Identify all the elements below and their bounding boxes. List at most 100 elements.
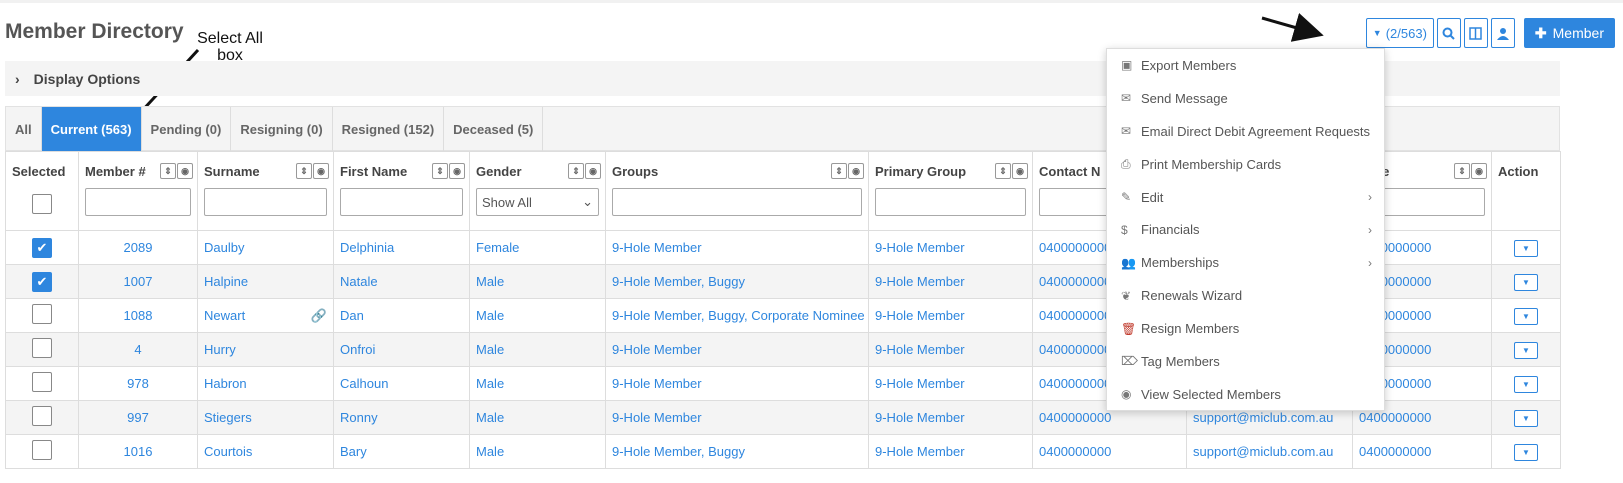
row-action-button[interactable]: ▼ [1514,375,1538,393]
first-name-cell[interactable]: Bary [333,434,470,469]
surname-cell[interactable]: Stiegers [197,400,334,435]
groups-cell[interactable]: 9-Hole Member, Buggy [605,434,869,469]
eye-icon[interactable]: ◉ [1012,163,1028,179]
member-no-cell[interactable]: 978 [78,366,198,401]
gender-filter-select[interactable]: Show All ⌄ [476,188,599,216]
surname-cell[interactable]: Hurry [197,332,334,367]
surname-cell[interactable]: Courtois [197,434,334,469]
menu-edit[interactable]: ✎ Edit › [1107,181,1384,214]
surname-filter[interactable] [204,188,327,216]
primary-group-cell[interactable]: 9-Hole Member [868,366,1033,401]
eye-icon[interactable]: ◉ [313,163,329,179]
primary-group-cell[interactable]: 9-Hole Member [868,434,1033,469]
first-name-cell[interactable]: Calhoun [333,366,470,401]
row-action-button[interactable]: ▼ [1514,341,1538,359]
sort-icon[interactable]: ⇕ [160,163,176,179]
row-checkbox[interactable]: ✔ [32,271,52,292]
primary-group-cell[interactable]: 9-Hole Member [868,400,1033,435]
menu-financials[interactable]: $ Financials › [1107,213,1384,246]
row-checkbox[interactable] [32,372,52,392]
menu-print-cards[interactable]: ⎙ Print Membership Cards [1107,148,1384,181]
search-button[interactable] [1436,18,1461,48]
sort-icon[interactable]: ⇕ [296,163,312,179]
link-icon[interactable]: 🔗 [311,308,327,324]
member-no-cell[interactable]: 2089 [78,230,198,265]
mobile-cell[interactable]: 0400000000 [1352,434,1492,469]
eye-icon[interactable]: ◉ [585,163,601,179]
row-action-button[interactable]: ▼ [1514,443,1538,461]
row-action-button[interactable]: ▼ [1514,409,1538,427]
primary-group-cell[interactable]: 9-Hole Member [868,332,1033,367]
menu-email-direct-debit[interactable]: ✉ Email Direct Debit Agreement Requests [1107,115,1384,148]
selection-count-button[interactable]: ▼ (2/563) [1365,18,1434,48]
first-name-cell[interactable]: Delphinia [333,230,470,265]
action-cell: ▼ [1491,230,1561,265]
menu-renewals-wizard[interactable]: ❦ Renewals Wizard [1107,279,1384,312]
row-action-button[interactable]: ▼ [1514,239,1538,257]
eye-icon[interactable]: ◉ [177,163,193,179]
surname-cell[interactable]: Newart 🔗 [197,298,334,333]
row-checkbox[interactable] [32,406,52,426]
surname-cell[interactable]: Daulby [197,230,334,265]
tab-current[interactable]: Current (563) [41,107,142,151]
eye-icon[interactable]: ◉ [848,163,864,179]
primary-group-cell[interactable]: 9-Hole Member [868,264,1033,299]
member-no-cell[interactable]: 1007 [78,264,198,299]
email-cell[interactable]: support@miclub.com.au [1186,434,1353,469]
groups-cell[interactable]: 9-Hole Member [605,400,869,435]
menu-label: Edit [1141,189,1164,205]
tab-resigned[interactable]: Resigned (152) [333,107,445,151]
add-member-button[interactable]: ✚ Member [1523,18,1615,48]
primary-group-cell[interactable]: 9-Hole Member [868,298,1033,333]
eye-icon[interactable]: ◉ [449,163,465,179]
first-name-filter[interactable] [340,188,463,216]
menu-view-selected[interactable]: ◉ View Selected Members [1107,378,1384,411]
primary-group-cell[interactable]: 9-Hole Member [868,230,1033,265]
first-name-cell[interactable]: Ronny [333,400,470,435]
sort-icon[interactable]: ⇕ [432,163,448,179]
member-no-cell[interactable]: 997 [78,400,198,435]
eye-icon[interactable]: ◉ [1471,163,1487,179]
contact-cell[interactable]: 0400000000 [1032,434,1187,469]
member-no-filter[interactable] [85,188,191,216]
row-checkbox[interactable] [32,440,52,460]
gender-filter-value: Show All [482,194,532,210]
groups-cell[interactable]: 9-Hole Member, Buggy, Corporate Nominee [605,298,869,333]
select-all-checkbox[interactable] [32,194,52,214]
member-no-cell[interactable]: 1088 [78,298,198,333]
surname-cell[interactable]: Halpine [197,264,334,299]
first-name-cell[interactable]: Natale [333,264,470,299]
groups-cell[interactable]: 9-Hole Member [605,332,869,367]
groups-cell[interactable]: 9-Hole Member [605,230,869,265]
tab-resigning[interactable]: Resigning (0) [231,107,333,151]
member-no-cell[interactable]: 4 [78,332,198,367]
primary-group-filter[interactable] [875,188,1026,216]
first-name-cell[interactable]: Onfroi [333,332,470,367]
sort-icon[interactable]: ⇕ [995,163,1011,179]
row-checkbox[interactable] [32,338,52,358]
columns-button[interactable] [1463,18,1488,48]
tab-deceased[interactable]: Deceased (5) [444,107,544,151]
sort-icon[interactable]: ⇕ [831,163,847,179]
row-checkbox[interactable]: ✔ [32,237,52,258]
menu-export-members[interactable]: ▣ Export Members [1107,49,1384,82]
action-cell: ▼ [1491,400,1561,435]
row-action-button[interactable]: ▼ [1514,273,1538,291]
sort-icon[interactable]: ⇕ [1454,163,1470,179]
row-action-button[interactable]: ▼ [1514,307,1538,325]
menu-tag-members[interactable]: ⌦ Tag Members [1107,345,1384,378]
menu-memberships[interactable]: 👥 Memberships › [1107,246,1384,279]
row-checkbox[interactable] [32,304,52,324]
menu-resign-members[interactable]: 🗑 Resign Members [1107,312,1384,345]
groups-cell[interactable]: 9-Hole Member [605,366,869,401]
sort-icon[interactable]: ⇕ [568,163,584,179]
menu-send-message[interactable]: ✉ Send Message [1107,82,1384,115]
user-button[interactable] [1490,18,1515,48]
tab-all[interactable]: All [6,107,42,151]
member-no-cell[interactable]: 1016 [78,434,198,469]
groups-cell[interactable]: 9-Hole Member, Buggy [605,264,869,299]
first-name-cell[interactable]: Dan [333,298,470,333]
tab-pending[interactable]: Pending (0) [142,107,232,151]
surname-cell[interactable]: Habron [197,366,334,401]
groups-filter[interactable] [612,188,862,216]
